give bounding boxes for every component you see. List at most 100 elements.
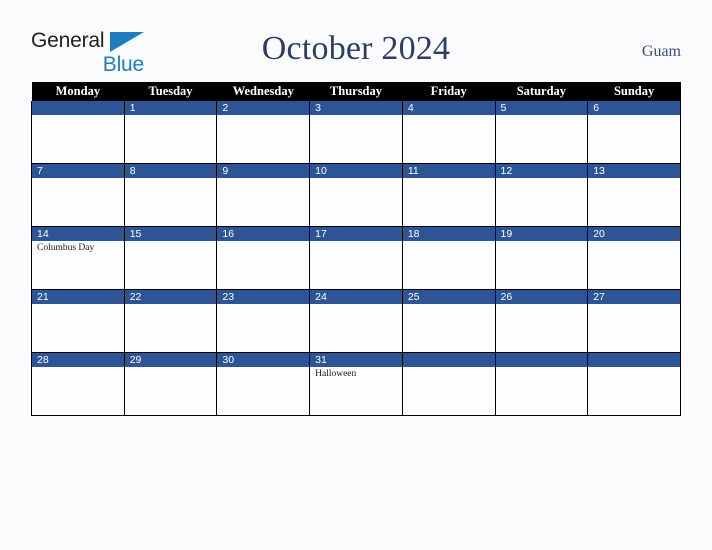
calendar-page: General Blue October 2024 Guam Monday Tu… (0, 0, 712, 550)
day-events (310, 304, 402, 306)
day-events: Columbus Day (32, 241, 124, 254)
day-number: 30 (217, 353, 310, 367)
calendar-day-cell[interactable]: 20 (587, 226, 681, 290)
day-number: 7 (32, 164, 124, 178)
weekday-header-saturday: Saturday (495, 82, 588, 101)
calendar-day-cell[interactable]: 17 (309, 226, 403, 290)
day-events (588, 304, 680, 306)
calendar-day-cell[interactable]: 5 (494, 101, 589, 164)
day-number: 22 (124, 290, 217, 304)
calendar-day-cell[interactable]: 9 (216, 163, 311, 227)
day-events (125, 304, 217, 306)
day-number: 27 (588, 290, 680, 304)
calendar-day-cell[interactable]: 1 (123, 101, 218, 164)
day-number (402, 353, 495, 367)
day-number: 12 (495, 164, 588, 178)
day-events (217, 367, 309, 369)
day-number: 13 (588, 164, 680, 178)
weekday-header-wednesday: Wednesday (216, 82, 310, 101)
day-events (125, 367, 217, 369)
calendar-day-cell[interactable]: 15 (123, 226, 218, 290)
day-number: 6 (588, 101, 680, 115)
day-events (403, 178, 495, 180)
day-events (32, 304, 124, 306)
calendar-day-cell[interactable]: 2 (216, 101, 311, 164)
day-events (496, 115, 588, 117)
calendar-day-cell[interactable]: 14 Columbus Day (31, 226, 125, 290)
calendar-day-cell[interactable] (401, 352, 496, 416)
calendar-week-row: 123456 (31, 101, 681, 164)
day-number: 5 (495, 101, 588, 115)
day-number (588, 353, 680, 367)
day-number (495, 353, 588, 367)
holiday-label: Halloween (315, 369, 357, 379)
day-number: 25 (402, 290, 495, 304)
day-number: 17 (310, 227, 402, 241)
calendar-day-cell[interactable]: 19 (494, 226, 589, 290)
day-events (588, 115, 680, 117)
day-events (588, 241, 680, 243)
calendar-week-row: 28 29 30 31 Halloween (31, 352, 681, 416)
calendar-day-cell[interactable]: 8 (123, 163, 218, 227)
day-events (496, 241, 588, 243)
day-number: 4 (402, 101, 495, 115)
calendar-day-cell[interactable]: 22 (123, 289, 218, 353)
region-label: Guam (641, 43, 681, 60)
calendar-day-cell[interactable]: 28 (31, 352, 125, 416)
calendar-day-cell[interactable]: 7 (31, 163, 125, 227)
calendar-day-cell[interactable]: 30 (216, 352, 311, 416)
day-number: 2 (217, 101, 310, 115)
calendar-body: 1 2 3 4 5 6 7 8 9 10 11 12 13 14 Columbus Day 15 16 17 18 1… (31, 101, 681, 416)
calendar-day-cell[interactable]: 10 (309, 163, 403, 227)
calendar-day-cell[interactable] (587, 352, 681, 416)
calendar-day-cell[interactable]: 11 (401, 163, 496, 227)
day-number: 29 (124, 353, 217, 367)
calendar-day-cell[interactable]: 13 (587, 163, 681, 227)
calendar-day-cell[interactable]: 6 (587, 101, 681, 164)
day-events (310, 115, 402, 117)
day-events (403, 241, 495, 243)
day-number: 15 (124, 227, 217, 241)
calendar-day-cell[interactable]: 25 (401, 289, 496, 353)
weekday-header-row: Monday Tuesday Wednesday Thursday Friday… (31, 82, 681, 101)
day-events (588, 367, 680, 369)
day-number: 14 (32, 227, 124, 241)
calendar-day-cell[interactable]: 31 Halloween (309, 352, 403, 416)
calendar-day-cell[interactable]: 18 (401, 226, 496, 290)
calendar-day-cell[interactable] (494, 352, 589, 416)
calendar-day-cell[interactable]: 16 (216, 226, 311, 290)
day-events (125, 241, 217, 243)
calendar-day-cell[interactable]: 23 (216, 289, 311, 353)
day-events (403, 115, 495, 117)
calendar-week-row: 14 Columbus Day 15 16 17 18 19 20 (31, 226, 681, 290)
day-number: 1 (124, 101, 217, 115)
day-events (496, 304, 588, 306)
page-header: General Blue October 2024 Guam (31, 22, 681, 78)
day-events (310, 178, 402, 180)
calendar-day-cell[interactable]: 3 (309, 101, 403, 164)
calendar-day-cell[interactable]: 21 (31, 289, 125, 353)
day-number: 11 (402, 164, 495, 178)
day-events (588, 178, 680, 180)
weekday-header-tuesday: Tuesday (124, 82, 217, 101)
day-events (217, 241, 309, 243)
day-number: 28 (32, 353, 124, 367)
day-events (496, 367, 588, 369)
day-events (310, 241, 402, 243)
day-events (217, 115, 309, 117)
calendar-day-cell[interactable]: 26 (494, 289, 589, 353)
calendar-day-cell[interactable]: 27 (587, 289, 681, 353)
day-events (217, 304, 309, 306)
calendar-day-cell[interactable]: 4 (401, 101, 496, 164)
calendar-day-cell[interactable]: 29 (123, 352, 218, 416)
calendar-day-cell[interactable] (31, 101, 125, 164)
day-events (125, 178, 217, 180)
calendar-day-cell[interactable]: 12 (494, 163, 589, 227)
day-events (32, 178, 124, 180)
day-number: 8 (124, 164, 217, 178)
calendar-day-cell[interactable]: 24 (309, 289, 403, 353)
day-events (403, 304, 495, 306)
day-number: 18 (402, 227, 495, 241)
day-number: 26 (495, 290, 588, 304)
day-number: 19 (495, 227, 588, 241)
